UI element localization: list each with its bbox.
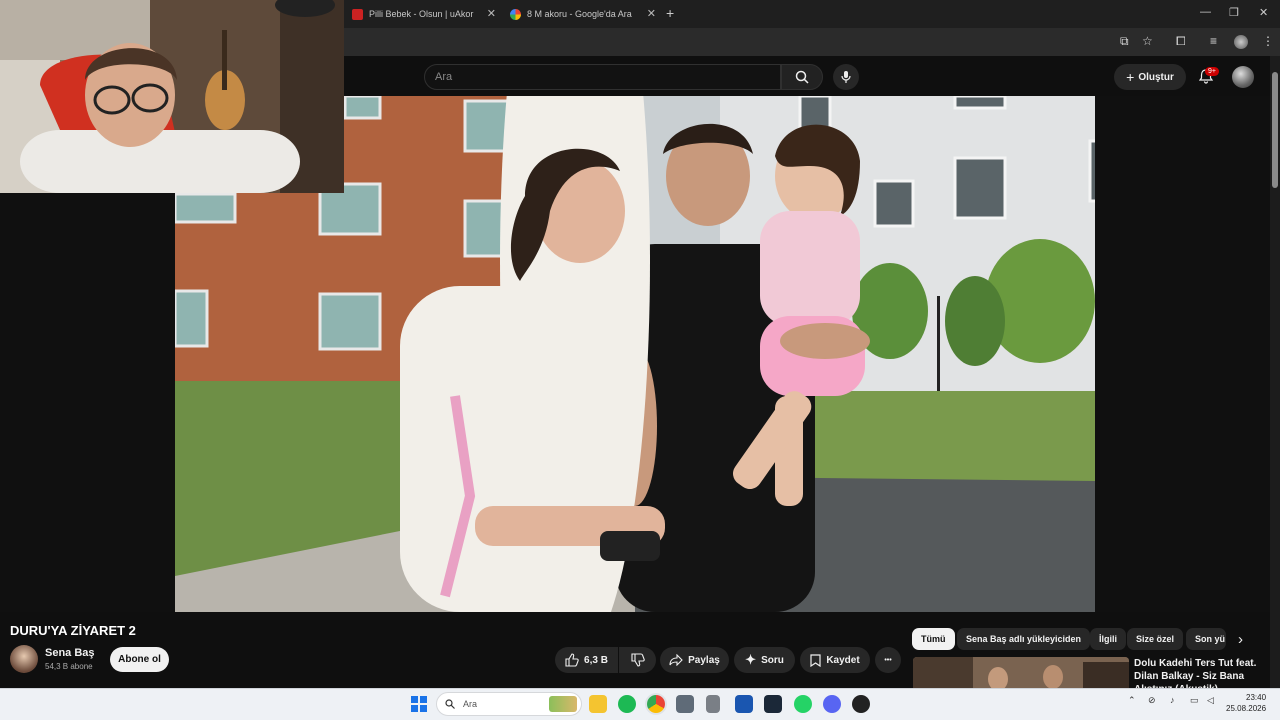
install-app-icon[interactable]: ⧉ <box>1120 34 1129 49</box>
clock-time: 23:40 <box>1246 693 1267 702</box>
close-window-button[interactable]: ✕ <box>1259 6 1268 19</box>
channel-avatar[interactable] <box>10 645 38 673</box>
scrollbar-thumb[interactable] <box>1272 72 1278 188</box>
chip-uploader[interactable]: Sena Baş adlı yükleyiciden <box>957 628 1091 650</box>
chevron-right-icon[interactable]: › <box>1238 631 1243 648</box>
share-arrow-icon <box>669 654 683 666</box>
browser-tab-2[interactable]: 8 M akoru - Google'da Ara ✕ <box>504 4 660 24</box>
chip-related[interactable]: İlgili <box>1090 628 1126 650</box>
whatsapp-icon[interactable] <box>794 695 812 713</box>
subscriber-count: 54,3 B abone <box>45 662 93 671</box>
dislike-button[interactable] <box>619 647 656 673</box>
microphone-icon <box>841 71 851 83</box>
like-button[interactable]: 6,3 B <box>555 647 618 673</box>
uakor-favicon-icon <box>352 8 363 20</box>
ask-button[interactable]: ✦ Soru <box>734 647 795 673</box>
chrome-icon[interactable] <box>647 695 665 713</box>
create-button[interactable]: + Oluştur <box>1114 64 1186 90</box>
share-button[interactable]: Paylaş <box>660 647 729 673</box>
search-icon <box>445 699 455 709</box>
vpn-icon[interactable] <box>735 695 753 713</box>
notification-badge: 9+ <box>1205 67 1219 76</box>
account-avatar[interactable] <box>1232 66 1254 88</box>
spotify-icon[interactable] <box>618 695 636 713</box>
new-tab-button[interactable]: + <box>666 5 674 21</box>
browser-tab-1[interactable]: Pilli Bebek - Olsun | uAkor ✕ <box>346 4 500 24</box>
thumbs-down-icon <box>630 653 645 667</box>
recommendation-thumbnail[interactable] <box>913 657 1129 688</box>
video-title: DURU'YA ZİYARET 2 <box>10 623 136 638</box>
windows-start-icon[interactable] <box>411 696 427 712</box>
bookmark-icon <box>810 653 821 667</box>
network-icon[interactable]: ⊘ <box>1148 695 1156 706</box>
volume-icon[interactable]: ◁ <box>1207 695 1214 706</box>
chip-all[interactable]: Tümü <box>912 628 955 650</box>
save-label: Kaydet <box>826 654 860 666</box>
thumbs-up-icon <box>565 653 579 667</box>
menu-kebab-icon[interactable]: ⋮ <box>1262 34 1274 48</box>
close-tab-icon[interactable]: ✕ <box>647 7 656 20</box>
tab-title: Pilli Bebek - Olsun | uAkor <box>369 9 474 19</box>
voice-search-button[interactable] <box>833 64 859 90</box>
obs-icon[interactable] <box>852 695 870 713</box>
taskbar-search-placeholder: Ara <box>463 699 478 709</box>
search-button[interactable] <box>781 64 823 90</box>
discord-icon[interactable] <box>823 695 841 713</box>
chip-for-you[interactable]: Size özel <box>1127 628 1184 650</box>
chip-recent[interactable]: Son yü <box>1186 628 1226 650</box>
search-highlight-icon <box>549 696 577 712</box>
file-explorer-icon[interactable] <box>589 695 607 713</box>
profile-icon[interactable] <box>1234 35 1248 49</box>
webcam-image <box>0 0 344 193</box>
sparkle-icon: ✦ <box>745 652 757 667</box>
restore-button[interactable]: ❐ <box>1229 6 1239 19</box>
ask-label: Soru <box>761 654 784 666</box>
tray-overflow-icon[interactable]: ⌃ <box>1128 695 1136 706</box>
google-favicon-icon <box>510 8 521 20</box>
subscribe-button[interactable]: Abone ol <box>110 647 169 672</box>
taskbar-search[interactable]: Ara <box>436 692 582 716</box>
display-icon[interactable]: ▭ <box>1190 695 1199 706</box>
close-tab-icon[interactable]: ✕ <box>487 7 496 20</box>
clock-date: 25.08.2026 <box>1226 704 1267 713</box>
minimize-button[interactable]: — <box>1200 6 1211 18</box>
like-count: 6,3 B <box>584 654 608 666</box>
save-button[interactable]: Kaydet <box>800 647 870 673</box>
search-icon <box>795 70 809 84</box>
recommendation-title[interactable]: Dolu Kadehi Ters Tut feat. Dilan Balkay … <box>1134 657 1264 688</box>
steam-icon[interactable] <box>764 695 782 713</box>
extensions-icon[interactable]: ⧠ <box>1176 34 1186 49</box>
address-bar-row <box>344 28 1280 56</box>
thumbnail-image <box>913 657 1129 688</box>
microphone-app-icon[interactable] <box>706 695 720 713</box>
windows-taskbar <box>0 688 1280 720</box>
mic-tray-icon[interactable]: ♪ <box>1170 695 1175 705</box>
webcam-overlay <box>0 0 344 193</box>
camera-icon[interactable] <box>676 695 694 713</box>
bookmark-star-icon[interactable]: ☆ <box>1142 34 1153 48</box>
plus-icon: + <box>1126 69 1135 85</box>
channel-name[interactable]: Sena Baş <box>45 647 95 659</box>
share-label: Paylaş <box>688 654 720 666</box>
create-label: Oluştur <box>1138 71 1174 83</box>
more-actions-button[interactable]: ••• <box>875 647 901 673</box>
media-controls-icon[interactable]: ≡ <box>1210 34 1217 48</box>
tab-title: 8 M akoru - Google'da Ara <box>527 9 632 19</box>
taskbar-clock[interactable]: 23:40 25.08.2026 <box>1226 692 1266 714</box>
search-input[interactable]: Ara <box>424 64 781 90</box>
